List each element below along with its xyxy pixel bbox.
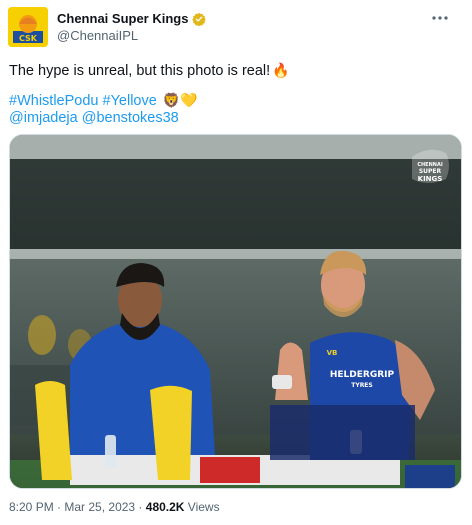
mention-benstokes38[interactable]: @benstokes38 <box>82 110 179 126</box>
author-handle[interactable]: @ChennaiIPL <box>57 28 138 43</box>
meta-separator-1: · <box>53 500 65 514</box>
verified-badge-icon <box>192 12 207 26</box>
profile-avatar[interactable]: CSK <box>8 7 48 47</box>
hashtag-yellove[interactable]: #Yellove <box>103 93 157 109</box>
views-count: 480.2K <box>145 500 185 514</box>
author-name-row: Chennai Super Kings <box>57 11 207 26</box>
csk-watermark-logo: CHENNAI SUPER KINGS <box>412 149 449 183</box>
tweet-time[interactable]: 8:20 PM <box>9 500 54 514</box>
hashtag-whistlepodu[interactable]: #WhistlePodu <box>9 93 98 109</box>
more-dots-icon <box>432 16 448 20</box>
players-photo-image: HELDERGRIP TYRES VB CHENNAI SUPER KINGS <box>10 135 461 488</box>
fire-emoji: 🔥 <box>272 62 290 78</box>
jersey-sponsor-subtext: TYRES <box>351 382 372 389</box>
mention-imjadeja[interactable]: @imjadeja <box>9 110 78 126</box>
tweet-card: CSK Chennai Super Kings @ChennaiIPL The … <box>0 0 472 525</box>
tweet-metadata: 8:20 PM · Mar 25, 2023 · 480.2K Views <box>9 500 220 514</box>
views-label: Views <box>184 500 220 514</box>
lion-heart-emoji: 🦁💛 <box>162 92 198 108</box>
csk-logo-icon: CSK <box>8 7 48 47</box>
mention-line: @imjadeja @benstokes38 <box>9 109 179 128</box>
tweet-text-content: The hype is unreal, but this photo is re… <box>9 63 271 79</box>
display-name[interactable]: Chennai Super Kings <box>57 11 188 26</box>
tweet-photo[interactable]: HELDERGRIP TYRES VB CHENNAI SUPER KINGS <box>9 134 462 489</box>
svg-text:CSK: CSK <box>19 34 38 43</box>
jersey-sponsor-text: HELDERGRIP <box>330 370 395 380</box>
watermark-line3: KINGS <box>418 175 443 183</box>
tweet-text: The hype is unreal, but this photo is re… <box>9 61 290 81</box>
watermark-line2: SUPER <box>419 168 442 175</box>
tweet-date[interactable]: Mar 25, 2023 <box>64 500 135 514</box>
meta-separator-2: · <box>135 500 146 514</box>
hashtag-line: #WhistlePodu #Yellove 🦁💛 <box>9 91 198 111</box>
more-options-button[interactable] <box>428 9 452 27</box>
jersey-brand-text: VB <box>327 349 338 357</box>
